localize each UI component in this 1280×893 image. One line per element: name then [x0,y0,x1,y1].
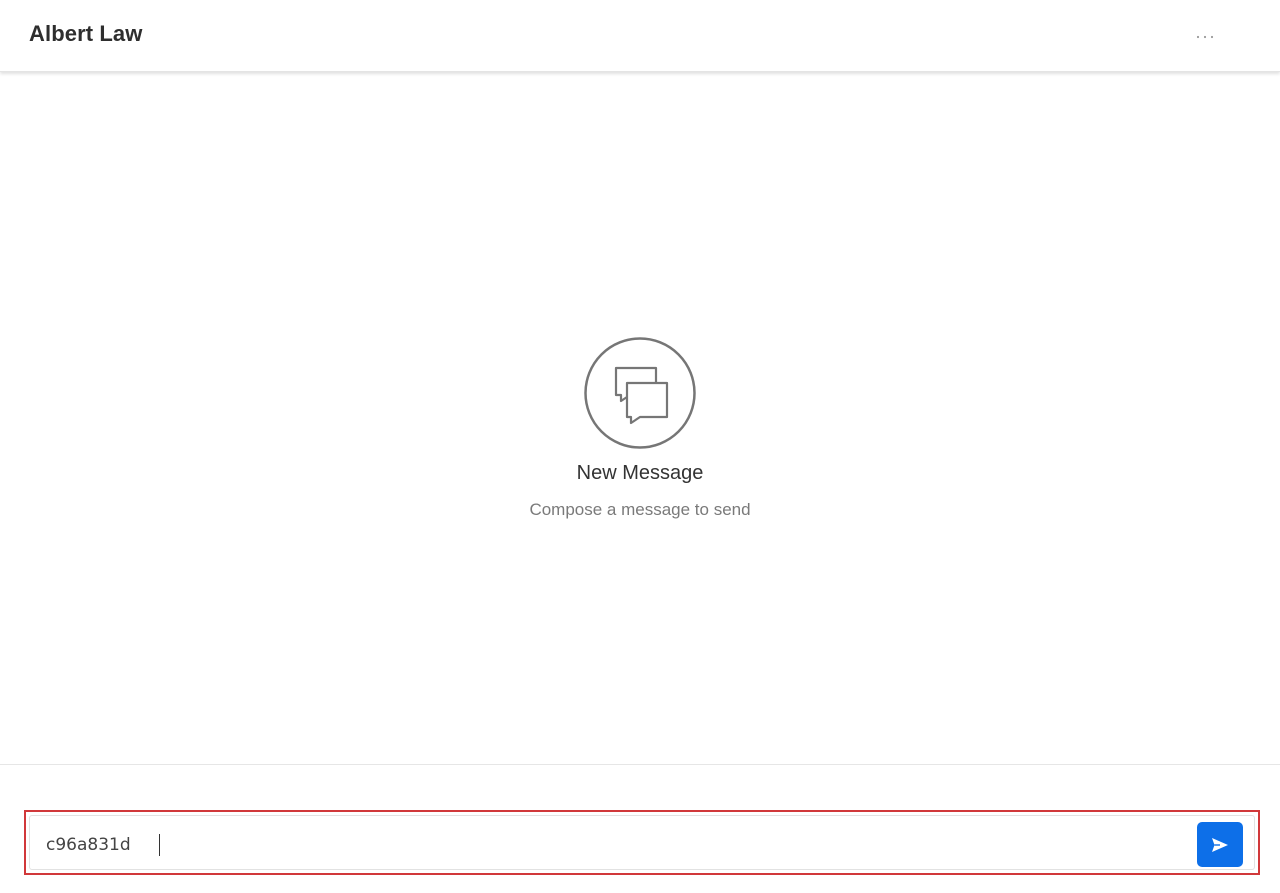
empty-state-subtitle: Compose a message to send [529,500,751,519]
chat-bubbles-icon [584,337,696,449]
message-input[interactable] [46,828,1196,862]
more-options-button[interactable] [1190,24,1220,50]
composer-divider [0,764,1280,765]
ellipsis-icon [1196,35,1214,39]
message-composer [24,810,1260,875]
text-cursor [159,834,160,856]
composer-field-frame [29,815,1255,870]
chat-header: Albert Law [0,0,1280,72]
contact-name: Albert Law [29,21,143,46]
empty-state-title: New Message [576,462,704,484]
send-button[interactable] [1197,822,1243,867]
chat-window: Albert Law New Message Compose a message… [0,0,1280,893]
message-area: New Message Compose a message to send [0,72,1280,764]
empty-state: New Message Compose a message to send [0,337,1280,521]
send-icon [1212,837,1228,852]
